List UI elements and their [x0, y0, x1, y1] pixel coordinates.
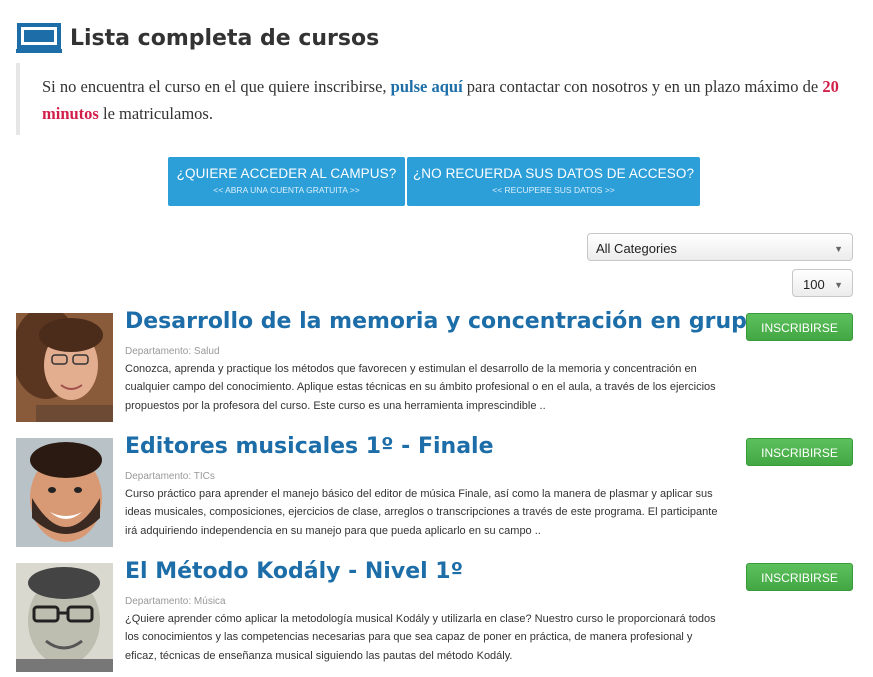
blackboard-icon	[16, 23, 62, 53]
category-select-value: All Categories	[596, 241, 677, 256]
course-department: Departamento: Salud	[125, 346, 220, 357]
course-item: Editores musicales 1º - Finale Departame…	[16, 434, 856, 550]
course-item: El Método Kodály - Nivel 1º Departamento…	[16, 559, 856, 675]
course-title[interactable]: Editores musicales 1º - Finale	[125, 434, 494, 459]
chevron-down-icon: ▼	[834, 244, 843, 254]
access-campus-label: ¿QUIERE ACCEDER AL CAMPUS?	[176, 166, 397, 181]
course-title[interactable]: El Método Kodály - Nivel 1º	[125, 559, 463, 584]
enroll-button[interactable]: INSCRIBIRSE	[746, 438, 853, 466]
course-department: Departamento: Música	[125, 596, 226, 607]
instructor-photo	[16, 438, 113, 547]
access-campus-sublabel: << ABRA UNA CUENTA GRATUITA >>	[213, 185, 360, 195]
enroll-button[interactable]: INSCRIBIRSE	[746, 563, 853, 591]
course-title[interactable]: Desarrollo de la memoria y concentración…	[125, 309, 762, 334]
instructor-photo	[16, 313, 113, 422]
notice-text-middle: para contactar con nosotros y en un plaz…	[462, 77, 823, 96]
recover-data-button[interactable]: ¿NO RECUERDA SUS DATOS DE ACCESO? << REC…	[407, 157, 700, 206]
info-notice: Si no encuentra el curso en el que quier…	[16, 63, 846, 135]
chevron-down-icon: ▼	[834, 280, 843, 290]
recover-data-sublabel: << RECUPERE SUS DATOS >>	[492, 185, 615, 195]
course-description: Conozca, aprenda y practique los métodos…	[125, 363, 716, 412]
enroll-button[interactable]: INSCRIBIRSE	[746, 313, 853, 341]
course-department: Departamento: TICs	[125, 471, 215, 482]
per-page-select[interactable]: 100 ▼	[792, 269, 853, 297]
category-select[interactable]: All Categories ▼	[587, 233, 853, 261]
instructor-photo	[16, 563, 113, 672]
notice-text: Si no encuentra el curso en el que quier…	[42, 77, 391, 96]
contact-link[interactable]: pulse aquí	[391, 77, 463, 96]
course-item: Desarrollo de la memoria y concentración…	[16, 309, 856, 425]
course-description: Curso práctico para aprender el manejo b…	[125, 488, 718, 537]
page-header: Lista completa de cursos	[16, 18, 379, 58]
page-title: Lista completa de cursos	[70, 25, 380, 51]
notice-text-end: le matriculamos.	[98, 104, 213, 123]
course-description: ¿Quiere aprender cómo aplicar la metodol…	[125, 613, 716, 662]
per-page-value: 100	[803, 277, 825, 292]
access-campus-button[interactable]: ¿QUIERE ACCEDER AL CAMPUS? << ABRA UNA C…	[168, 157, 405, 206]
recover-data-label: ¿NO RECUERDA SUS DATOS DE ACCESO?	[412, 166, 695, 181]
